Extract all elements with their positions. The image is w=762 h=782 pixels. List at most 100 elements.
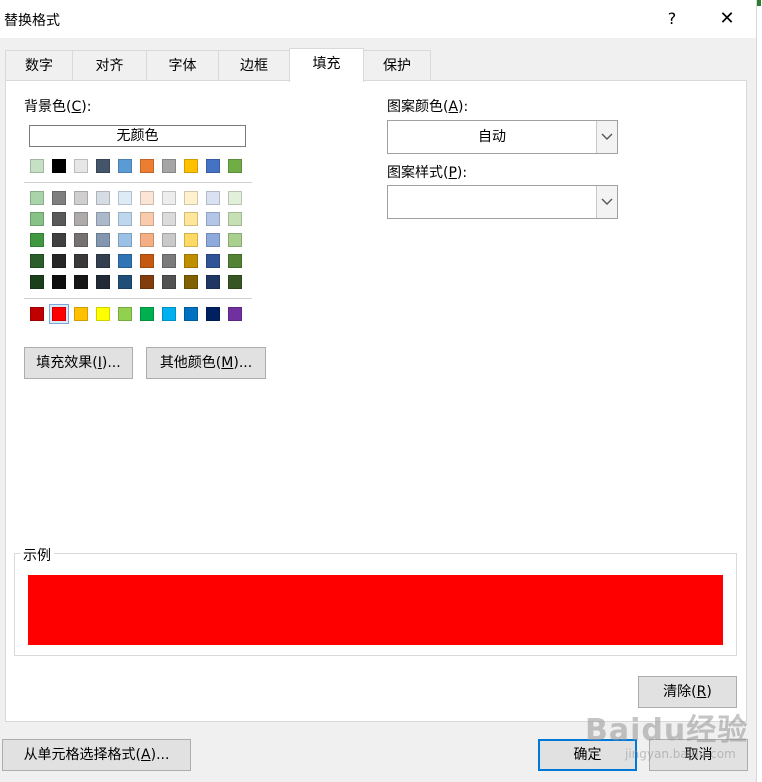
color-swatch[interactable]	[162, 233, 176, 247]
window-edge-accent	[757, 0, 761, 6]
color-swatch[interactable]	[206, 191, 220, 205]
color-swatch[interactable]	[96, 159, 110, 173]
color-swatch[interactable]	[74, 212, 88, 226]
tab-alignment[interactable]: 对齐	[72, 50, 147, 81]
pattern-color-select[interactable]: 自动	[387, 120, 618, 154]
pattern-style-select[interactable]	[387, 185, 618, 219]
color-swatch[interactable]	[184, 159, 198, 173]
color-swatch[interactable]	[118, 275, 132, 289]
chevron-down-icon[interactable]	[596, 121, 617, 153]
background-color-label: 背景色(C):	[24, 99, 92, 115]
color-swatch[interactable]	[118, 212, 132, 226]
color-swatch[interactable]	[30, 191, 44, 205]
chevron-down-icon[interactable]	[596, 186, 617, 218]
standard-color-swatch[interactable]	[96, 307, 110, 321]
color-swatch[interactable]	[52, 191, 66, 205]
color-swatch[interactable]	[74, 159, 88, 173]
no-color-button[interactable]: 无颜色	[29, 125, 246, 147]
palette-divider	[24, 182, 252, 183]
color-swatch[interactable]	[52, 212, 66, 226]
color-swatch[interactable]	[228, 191, 242, 205]
standard-color-swatch[interactable]	[184, 307, 198, 321]
color-swatch[interactable]	[52, 254, 66, 268]
color-swatch[interactable]	[96, 275, 110, 289]
color-swatch[interactable]	[140, 212, 154, 226]
color-swatch[interactable]	[162, 159, 176, 173]
color-swatch[interactable]	[52, 275, 66, 289]
color-swatch[interactable]	[140, 233, 154, 247]
color-swatch[interactable]	[118, 159, 132, 173]
color-swatch[interactable]	[30, 233, 44, 247]
color-swatch[interactable]	[52, 159, 66, 173]
color-swatch[interactable]	[96, 191, 110, 205]
color-swatch[interactable]	[96, 212, 110, 226]
color-swatch[interactable]	[184, 191, 198, 205]
color-swatch[interactable]	[206, 275, 220, 289]
watermark-url: jingyan.baidu.com	[625, 747, 736, 761]
color-swatch[interactable]	[184, 233, 198, 247]
color-swatch[interactable]	[206, 254, 220, 268]
color-swatch[interactable]	[184, 212, 198, 226]
close-button[interactable]: ✕	[712, 6, 742, 32]
standard-color-swatch[interactable]	[206, 307, 220, 321]
more-colors-button[interactable]: 其他颜色(M)...	[146, 347, 266, 379]
tab-fill[interactable]: 填充	[289, 48, 364, 82]
color-swatch[interactable]	[96, 233, 110, 247]
standard-color-swatch[interactable]	[162, 307, 176, 321]
color-swatch[interactable]	[74, 233, 88, 247]
color-swatch[interactable]	[74, 191, 88, 205]
palette-divider	[24, 298, 252, 299]
color-swatch[interactable]	[228, 233, 242, 247]
color-swatch[interactable]	[118, 191, 132, 205]
tab-protection[interactable]: 保护	[363, 50, 431, 81]
color-swatch[interactable]	[140, 275, 154, 289]
color-swatch[interactable]	[74, 254, 88, 268]
color-swatch[interactable]	[162, 212, 176, 226]
watermark-text: Baidu经验	[585, 713, 749, 748]
standard-color-swatch[interactable]	[30, 307, 44, 321]
fill-effects-button[interactable]: 填充效果(I)...	[24, 347, 133, 379]
color-swatch[interactable]	[30, 275, 44, 289]
color-swatch[interactable]	[30, 254, 44, 268]
color-swatch[interactable]	[228, 275, 242, 289]
color-swatch[interactable]	[206, 159, 220, 173]
help-button[interactable]: ?	[660, 6, 684, 32]
color-swatch[interactable]	[140, 254, 154, 268]
color-swatch[interactable]	[228, 254, 242, 268]
tab-border[interactable]: 边框	[218, 50, 290, 81]
clear-button[interactable]: 清除(R)	[638, 676, 737, 708]
color-swatch[interactable]	[140, 191, 154, 205]
pattern-style-label: 图案样式(P):	[387, 165, 468, 181]
color-swatch[interactable]	[140, 159, 154, 173]
color-swatch[interactable]	[30, 159, 44, 173]
color-swatch[interactable]	[162, 254, 176, 268]
color-swatch[interactable]	[96, 254, 110, 268]
standard-color-swatch[interactable]	[74, 307, 88, 321]
baidu-watermark: Baidu经验 jingyan.baidu.com	[585, 705, 755, 765]
tab-font[interactable]: 字体	[146, 50, 219, 81]
standard-color-swatch[interactable]	[52, 307, 66, 321]
color-swatch[interactable]	[118, 254, 132, 268]
color-swatch[interactable]	[74, 275, 88, 289]
standard-color-swatch[interactable]	[140, 307, 154, 321]
color-swatch[interactable]	[184, 275, 198, 289]
color-swatch[interactable]	[184, 254, 198, 268]
color-swatch[interactable]	[162, 275, 176, 289]
color-swatch[interactable]	[228, 159, 242, 173]
dialog-title: 替换格式	[4, 13, 60, 29]
color-swatch[interactable]	[206, 233, 220, 247]
color-swatch[interactable]	[206, 212, 220, 226]
color-swatch[interactable]	[118, 233, 132, 247]
color-swatch[interactable]	[52, 233, 66, 247]
color-swatch[interactable]	[228, 212, 242, 226]
color-swatch[interactable]	[30, 212, 44, 226]
pattern-color-label: 图案颜色(A):	[387, 99, 469, 115]
standard-color-swatch[interactable]	[118, 307, 132, 321]
tab-number[interactable]: 数字	[5, 50, 73, 81]
window-edge	[756, 0, 762, 782]
choose-format-from-cell-button[interactable]: 从单元格选择格式(A)...	[2, 739, 191, 771]
pattern-style-value	[388, 186, 596, 218]
standard-color-swatch[interactable]	[228, 307, 242, 321]
color-swatch[interactable]	[162, 191, 176, 205]
title-bar: 替换格式 ? ✕	[0, 0, 762, 38]
